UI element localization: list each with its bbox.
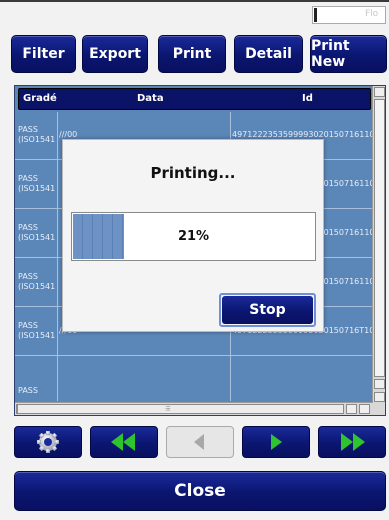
- stop-button[interactable]: Stop: [219, 293, 316, 327]
- scroll-down-arrow[interactable]: [374, 379, 385, 389]
- cell-grade: PASS (ISO1541: [18, 125, 56, 144]
- last-page-icon: [341, 433, 365, 451]
- progress-percent: 21%: [177, 229, 210, 244]
- cell-id: 49712223535999930201507161105: [232, 130, 380, 139]
- previous-page-button[interactable]: [166, 426, 234, 458]
- vertical-scrollbar[interactable]: [372, 86, 385, 415]
- first-page-button[interactable]: [90, 426, 158, 458]
- progress-bar: 21%: [71, 212, 316, 261]
- horizontal-scrollbar[interactable]: ⁝⁝⁝⁝: [15, 402, 373, 415]
- vertical-scroll-thumb[interactable]: [374, 99, 385, 377]
- status-indicator: Flo: [312, 6, 386, 24]
- next-page-button[interactable]: [242, 426, 310, 458]
- detail-button[interactable]: Detail: [234, 35, 303, 73]
- cell-data: ///00: [59, 130, 78, 139]
- cell-grade: PASS (ISO1541: [18, 321, 56, 340]
- first-page-icon: [111, 433, 135, 451]
- next-page-icon: [271, 434, 282, 450]
- table-row[interactable]: PASS: [15, 357, 373, 397]
- gear-icon: [37, 431, 59, 453]
- filter-button[interactable]: Filter: [11, 35, 76, 73]
- scroll-right-arrow[interactable]: [359, 404, 370, 414]
- close-button[interactable]: Close: [14, 471, 386, 511]
- printing-dialog: Printing... 21% Stop: [62, 139, 324, 332]
- stop-button-label: Stop: [222, 296, 313, 324]
- previous-page-icon: [194, 434, 204, 450]
- cell-grade: PASS: [18, 386, 38, 395]
- column-header-grade[interactable]: Gradé: [23, 93, 57, 104]
- settings-button[interactable]: [14, 426, 82, 458]
- scroll-down-arrow[interactable]: [374, 392, 385, 402]
- column-header-data[interactable]: Data: [137, 93, 164, 104]
- export-button[interactable]: Export: [82, 35, 148, 73]
- scroll-up-arrow[interactable]: [374, 87, 385, 97]
- table-header: Gradé Data Id: [18, 88, 371, 110]
- dialog-title: Printing...: [150, 164, 236, 182]
- print-button[interactable]: Print: [158, 35, 226, 73]
- grip-icon: ⁝⁝⁝⁝: [165, 405, 171, 413]
- last-page-button[interactable]: [318, 426, 386, 458]
- scroll-right-arrow[interactable]: [346, 404, 357, 414]
- status-text: Flo: [365, 9, 379, 19]
- cell-grade: PASS (ISO1541: [18, 174, 56, 193]
- horizontal-scroll-thumb[interactable]: [17, 404, 344, 414]
- cell-grade: PASS (ISO1541: [18, 223, 56, 242]
- print-new-button[interactable]: Print New: [310, 35, 387, 73]
- column-header-id[interactable]: Id: [302, 93, 313, 104]
- cell-grade: PASS (ISO1541: [18, 272, 56, 291]
- status-tick: [314, 8, 317, 22]
